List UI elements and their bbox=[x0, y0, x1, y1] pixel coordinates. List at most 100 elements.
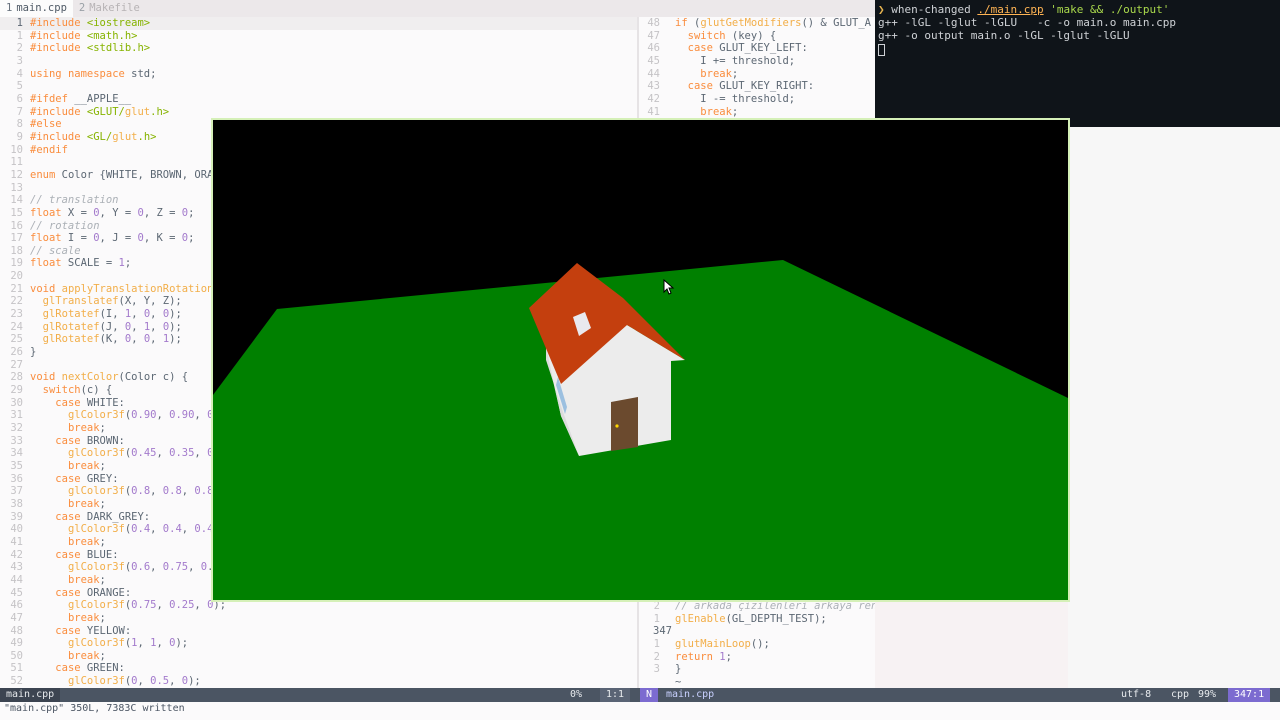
terminal-command: when-changed bbox=[891, 3, 971, 16]
code-text: glColor3f(0.45, 0.35, 0 bbox=[67, 447, 213, 460]
line-number: 52 bbox=[10, 675, 23, 688]
code-text: case GLUT_KEY_RIGHT: bbox=[687, 80, 815, 93]
statusbar-percent: 0% bbox=[570, 689, 583, 700]
line-number: 46 bbox=[10, 599, 23, 612]
code-text: break; bbox=[700, 105, 739, 118]
line-number: 26 bbox=[10, 346, 23, 359]
line-number: 19 bbox=[10, 257, 23, 270]
line-number: 49 bbox=[10, 637, 23, 650]
terminal-path[interactable]: ./main.cpp bbox=[977, 3, 1043, 16]
code-text: glRotatef(J, 0, 1, 0); bbox=[42, 320, 182, 333]
code-text: float SCALE = 1; bbox=[30, 257, 132, 270]
line-number: 28 bbox=[10, 371, 23, 384]
code-text: break; bbox=[67, 497, 106, 510]
code-text: glColor3f(0.8, 0.8, 0.8 bbox=[67, 485, 214, 498]
code-line: 50 break; bbox=[0, 650, 637, 663]
code-line: 49 glColor3f(1, 1, 0); bbox=[0, 637, 637, 650]
line-number: 48 bbox=[10, 624, 23, 637]
line-number: 1 bbox=[653, 612, 660, 625]
line-number: 41 bbox=[10, 535, 23, 548]
code-text: break; bbox=[67, 611, 106, 624]
line-number: 1 bbox=[16, 17, 23, 29]
line-number: 45 bbox=[10, 586, 23, 599]
line-number: 14 bbox=[10, 194, 23, 207]
line-number: 9 bbox=[16, 130, 23, 143]
opengl-scene bbox=[213, 120, 1068, 600]
code-line: 47 break; bbox=[0, 612, 637, 625]
opengl-window[interactable] bbox=[211, 118, 1070, 602]
tab-makefile[interactable]: 2 Makefile bbox=[73, 0, 146, 17]
line-number: 25 bbox=[10, 333, 23, 346]
code-line: 52 glColor3f(0, 0.5, 0); bbox=[0, 675, 637, 688]
code-text: glEnable(GL_DEPTH_TEST); bbox=[675, 612, 827, 625]
code-line: ~ bbox=[639, 676, 875, 688]
line-number: 10 bbox=[10, 143, 23, 156]
statusbar-right-file: main.cpp bbox=[666, 689, 715, 700]
code-line: 3 bbox=[0, 55, 637, 68]
terminal-output-line: g++ -lGL -lglut -lGLU -c -o main.o main.… bbox=[878, 16, 1177, 30]
code-text: break; bbox=[67, 459, 106, 472]
line-number: 13 bbox=[10, 181, 23, 194]
line-number: 37 bbox=[10, 485, 23, 498]
line-number: 30 bbox=[10, 396, 23, 409]
line-number: 50 bbox=[10, 649, 23, 662]
tab-main-cpp[interactable]: 1 main.cpp bbox=[0, 0, 73, 17]
code-text: case GREY: bbox=[55, 472, 119, 485]
code-text: case WHITE: bbox=[55, 396, 125, 409]
line-number: 347 bbox=[653, 625, 672, 638]
code-text: float X = 0, Y = 0, Z = 0; bbox=[30, 206, 195, 219]
line-number: 34 bbox=[10, 447, 23, 460]
statusbar-left-file: main.cpp bbox=[0, 688, 61, 702]
code-text: #include <iostream> bbox=[30, 17, 151, 29]
code-text: glColor3f(0.4, 0.4, 0.4 bbox=[67, 523, 214, 536]
code-line: 46 case GLUT_KEY_LEFT: bbox=[639, 42, 875, 55]
code-text: // translation bbox=[30, 194, 119, 207]
line-number: 38 bbox=[10, 497, 23, 510]
code-line: 41 break; bbox=[639, 106, 875, 119]
line-number: 43 bbox=[647, 80, 660, 93]
code-text: using namespace std; bbox=[30, 67, 157, 80]
line-number: 51 bbox=[10, 662, 23, 675]
code-line: 1 #include <math.h> bbox=[0, 30, 637, 43]
code-text: float I = 0, J = 0, K = 0; bbox=[30, 232, 195, 245]
line-number: 29 bbox=[10, 384, 23, 397]
line-number: 17 bbox=[10, 232, 23, 245]
empty-window-area bbox=[1068, 127, 1280, 688]
line-number: 4 bbox=[16, 67, 23, 80]
line-number: 12 bbox=[10, 168, 23, 181]
code-text: #include <GL/glut.h> bbox=[30, 130, 157, 143]
line-number: 41 bbox=[647, 105, 660, 118]
line-number: 39 bbox=[10, 510, 23, 523]
code-text: glColor3f(0.75, 0.25, 0); bbox=[67, 599, 227, 612]
line-number: 36 bbox=[10, 472, 23, 485]
line-number: 2 bbox=[653, 650, 660, 663]
line-number: 1 bbox=[653, 637, 660, 650]
code-text: glColor3f(0, 0.5, 0); bbox=[67, 675, 201, 688]
line-number: 8 bbox=[16, 118, 23, 131]
line-number: 11 bbox=[10, 156, 23, 169]
code-text: case BROWN: bbox=[55, 434, 125, 447]
line-number: 44 bbox=[647, 67, 660, 80]
code-line: 347 bbox=[639, 625, 875, 638]
terminal-window[interactable]: ❯ when-changed ./main.cpp 'make && ./out… bbox=[875, 0, 1280, 127]
code-text: } bbox=[30, 346, 37, 359]
code-text: break; bbox=[67, 573, 106, 586]
code-text: #include <stdlib.h> bbox=[30, 42, 151, 55]
line-number: 47 bbox=[647, 29, 660, 42]
terminal-arg: 'make && ./output' bbox=[1050, 3, 1170, 16]
code-line: 44 break; bbox=[639, 68, 875, 81]
code-text: case GLUT_KEY_LEFT: bbox=[687, 42, 808, 55]
line-number: 18 bbox=[10, 244, 23, 257]
line-number: 5 bbox=[16, 80, 23, 93]
mouse-pointer-icon bbox=[663, 279, 675, 295]
command-line[interactable]: "main.cpp" 350L, 7383C written bbox=[0, 702, 1280, 720]
code-line: 48 if (glutGetModifiers() & GLUT_A bbox=[639, 17, 875, 30]
code-text: if (glutGetModifiers() & GLUT_A bbox=[675, 17, 872, 29]
code-text: case YELLOW: bbox=[55, 624, 132, 637]
code-text: enum Color {WHITE, BROWN, ORA bbox=[30, 168, 214, 181]
code-text: #endif bbox=[30, 143, 68, 156]
line-number: 47 bbox=[10, 611, 23, 624]
code-text: #else bbox=[30, 118, 62, 131]
line-number: 48 bbox=[647, 17, 660, 29]
code-text: case GREEN: bbox=[55, 662, 125, 675]
